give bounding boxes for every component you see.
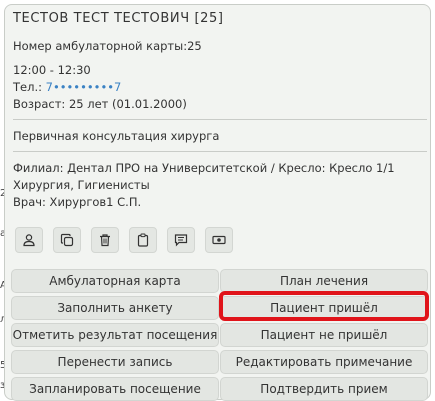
edit-note-button[interactable]: Редактировать примечание bbox=[220, 350, 428, 374]
delete-button[interactable] bbox=[91, 227, 119, 253]
card-number: Номер амбулаторной карты:25 bbox=[13, 39, 202, 53]
patient-age: Возраст: 25 лет (01.01.2000) bbox=[13, 97, 187, 111]
phone-label: Тел.: bbox=[13, 80, 46, 94]
person-icon bbox=[23, 234, 35, 247]
appointment-popup: ТЕСТОВ ТЕСТ ТЕСТОВИЧ [25] Номер амбулато… bbox=[4, 4, 431, 401]
plan-visit-button[interactable]: Запланировать посещение bbox=[11, 377, 219, 401]
confirm-appointment-button[interactable]: Подтвердить прием bbox=[220, 377, 428, 401]
patient-arrived-button[interactable]: Пациент пришёл bbox=[220, 296, 428, 320]
phone-row: Тел.: 7•••••••••7 bbox=[13, 80, 121, 94]
divider bbox=[13, 151, 427, 152]
copy-icon bbox=[60, 233, 74, 247]
divider bbox=[13, 119, 427, 120]
clipboard-icon bbox=[137, 233, 149, 247]
treatment-plan-button[interactable]: План лечения bbox=[220, 269, 428, 293]
copy-button[interactable] bbox=[53, 227, 81, 253]
comment-button[interactable] bbox=[167, 227, 195, 253]
payment-button[interactable] bbox=[205, 227, 233, 253]
chat-icon bbox=[174, 234, 188, 247]
patient-not-arrived-button[interactable]: Пациент не пришёл bbox=[220, 323, 428, 347]
reschedule-button[interactable]: Перенести запись bbox=[11, 350, 219, 374]
branch-chair: Филиал: Дентал ПРО на Университетской / … bbox=[13, 161, 395, 175]
trash-icon bbox=[100, 234, 110, 247]
mark-visit-result-button[interactable]: Отметить результат посещения bbox=[11, 323, 219, 347]
specialties: Хирургия, Гигиенисты bbox=[13, 178, 150, 192]
consultation-type: Первичная консультация хирурга bbox=[13, 129, 220, 143]
appointment-time: 12:00 - 12:30 bbox=[13, 63, 91, 77]
cash-icon bbox=[212, 235, 226, 245]
patient-name: ТЕСТОВ ТЕСТ ТЕСТОВИЧ [25] bbox=[13, 11, 224, 26]
outpatient-card-button[interactable]: Амбулаторная карта bbox=[11, 269, 219, 293]
phone-link[interactable]: 7•••••••••7 bbox=[46, 80, 122, 94]
patient-profile-button[interactable] bbox=[15, 227, 43, 253]
clipboard-button[interactable] bbox=[129, 227, 157, 253]
doctor: Врач: Хирургов1 С.П. bbox=[13, 195, 142, 209]
fill-form-button[interactable]: Заполнить анкету bbox=[11, 296, 219, 320]
